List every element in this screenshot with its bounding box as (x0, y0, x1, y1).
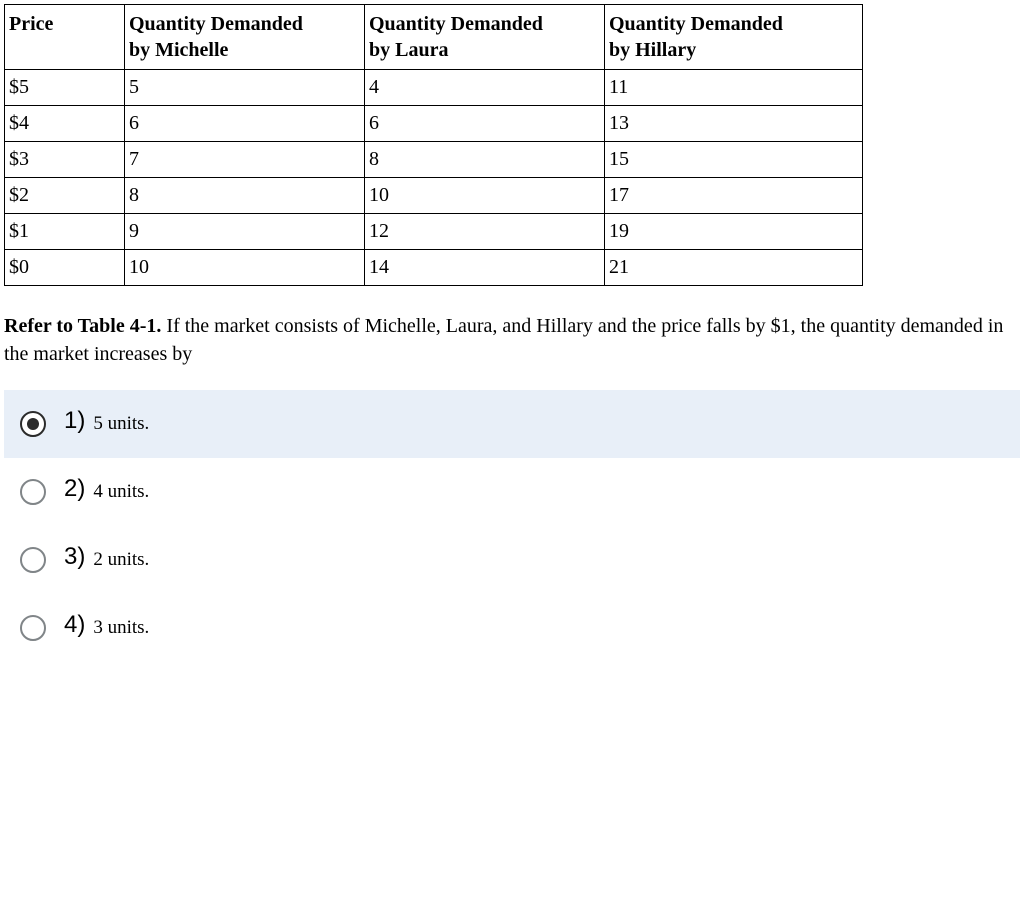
radio-icon[interactable] (20, 411, 46, 437)
cell-laura: 8 (365, 142, 605, 178)
cell-laura: 10 (365, 178, 605, 214)
radio-icon[interactable] (20, 547, 46, 573)
cell-price: $4 (5, 106, 125, 142)
cell-hillary: 19 (605, 214, 863, 250)
cell-michelle: 6 (125, 106, 365, 142)
table-row: $2 8 10 17 (5, 178, 863, 214)
cell-michelle: 9 (125, 214, 365, 250)
table-row: $4 6 6 13 (5, 106, 863, 142)
option-3[interactable]: 3) 2 units. (4, 526, 1020, 594)
table-row: $3 7 8 15 (5, 142, 863, 178)
cell-hillary: 21 (605, 250, 863, 286)
cell-michelle: 7 (125, 142, 365, 178)
option-1[interactable]: 1) 5 units. (4, 390, 1020, 458)
header-michelle: Quantity Demanded by Michelle (125, 5, 365, 70)
cell-hillary: 17 (605, 178, 863, 214)
cell-hillary: 11 (605, 70, 863, 106)
cell-laura: 14 (365, 250, 605, 286)
option-2[interactable]: 2) 4 units. (4, 458, 1020, 526)
cell-price: $3 (5, 142, 125, 178)
options-list: 1) 5 units. 2) 4 units. 3) 2 units. 4) 3… (4, 390, 1020, 662)
cell-price: $0 (5, 250, 125, 286)
header-hillary: Quantity Demanded by Hillary (605, 5, 863, 70)
cell-michelle: 10 (125, 250, 365, 286)
table-body: $5 5 4 11 $4 6 6 13 $3 7 8 15 $2 8 10 17… (5, 70, 863, 286)
question-text: Refer to Table 4-1. If the market consis… (4, 312, 1020, 368)
header-price: Price (5, 5, 125, 70)
cell-price: $2 (5, 178, 125, 214)
radio-icon[interactable] (20, 479, 46, 505)
demand-table: Price Quantity Demanded by Michelle Quan… (4, 4, 863, 286)
cell-michelle: 5 (125, 70, 365, 106)
cell-laura: 4 (365, 70, 605, 106)
table-row: $1 9 12 19 (5, 214, 863, 250)
cell-laura: 12 (365, 214, 605, 250)
cell-price: $5 (5, 70, 125, 106)
header-laura: Quantity Demanded by Laura (365, 5, 605, 70)
cell-hillary: 13 (605, 106, 863, 142)
cell-price: $1 (5, 214, 125, 250)
cell-hillary: 15 (605, 142, 863, 178)
radio-icon[interactable] (20, 615, 46, 641)
table-row: $5 5 4 11 (5, 70, 863, 106)
option-4[interactable]: 4) 3 units. (4, 594, 1020, 662)
table-row: $0 10 14 21 (5, 250, 863, 286)
cell-laura: 6 (365, 106, 605, 142)
table-header-row: Price Quantity Demanded by Michelle Quan… (5, 5, 863, 70)
cell-michelle: 8 (125, 178, 365, 214)
